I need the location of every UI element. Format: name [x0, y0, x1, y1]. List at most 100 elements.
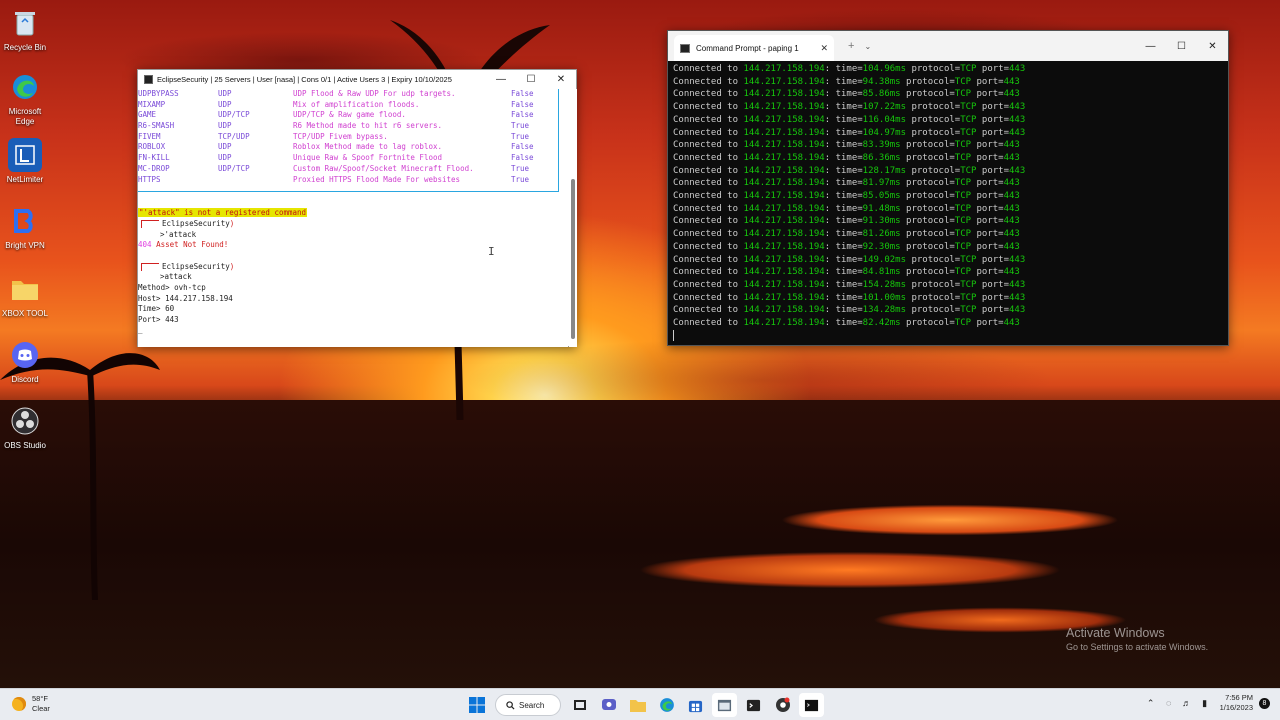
- target-ip: 144.217.158.194: [743, 229, 825, 240]
- connected-label: Connected to: [673, 102, 739, 113]
- latency-value: 101.00ms: [862, 292, 907, 303]
- cmd-console[interactable]: Connected to 144.217.158.194: time=104.9…: [668, 61, 1228, 345]
- wifi-icon[interactable]: ◌: [1162, 698, 1176, 708]
- connected-label: Connected to: [673, 216, 739, 227]
- port-value: 443: [1003, 152, 1020, 163]
- ping-result-line: Connected to 144.217.158.194: time=134.2…: [673, 305, 1026, 316]
- maximize-button[interactable]: ☐: [516, 70, 546, 89]
- cmd-taskbar-button[interactable]: [799, 693, 824, 717]
- ping-result-line: Connected to 144.217.158.194: time=101.0…: [673, 292, 1026, 303]
- command-prompt-window[interactable]: Command Prompt - paping 1 ✕ + ⌄ — ☐ ✕ Co…: [667, 30, 1229, 346]
- console-icon: [144, 75, 153, 84]
- target-ip: 144.217.158.194: [743, 178, 825, 189]
- ping-result-line: Connected to 144.217.158.194: time=91.30…: [673, 216, 1020, 227]
- chevron-down-icon[interactable]: ⌄: [864, 42, 871, 51]
- edge-taskbar-button[interactable]: [654, 693, 679, 717]
- minimize-button[interactable]: —: [1135, 31, 1166, 61]
- protocol-value: TCP: [954, 89, 972, 100]
- teams-chat-button[interactable]: [596, 693, 621, 717]
- bright-vpn-icon: [8, 204, 42, 238]
- target-ip: 144.217.158.194: [743, 127, 825, 138]
- tab-command-prompt[interactable]: Command Prompt - paping 1 ✕: [674, 35, 834, 61]
- ping-result-line: Connected to 144.217.158.194: time=104.9…: [673, 127, 1026, 138]
- port-value: 443: [1009, 64, 1026, 74]
- latency-value: 116.04ms: [862, 114, 907, 125]
- table-row: FN-KILL UDP Unique Raw & Spoof Fortnite Fl…: [138, 153, 534, 163]
- protocol-value: TCP: [954, 229, 972, 240]
- volume-icon[interactable]: ♬: [1180, 698, 1194, 708]
- file-explorer-button[interactable]: [625, 693, 650, 717]
- input-cursor[interactable]: _: [138, 325, 143, 336]
- protocol-value: TCP: [954, 267, 972, 278]
- chat-icon: [601, 699, 616, 710]
- desktop-icon-recycle-bin[interactable]: Recycle Bin: [0, 6, 50, 53]
- prompt-name: EclipseSecurity: [162, 219, 230, 228]
- target-ip: 144.217.158.194: [743, 152, 825, 163]
- latency-value: 81.26ms: [862, 229, 901, 240]
- eclipse-console[interactable]: UDPBYPASS UDP UDP Flood & Raw UDP For udp …: [138, 89, 568, 347]
- weather-widget[interactable]: 58°F Clear: [12, 694, 50, 714]
- desktop-icon-obs-studio[interactable]: OBS Studio: [0, 404, 50, 451]
- table-row: HTTPS Proxied HTTPS Flood Made For websit…: [138, 174, 530, 184]
- start-button[interactable]: [464, 693, 489, 717]
- desktop-icon-netlimiter[interactable]: NetLimiter: [0, 138, 50, 185]
- taskbar-clock[interactable]: 7:56 PM 1/16/2023: [1220, 693, 1253, 713]
- desktop-icon-label: Recycle Bin: [3, 43, 47, 52]
- cmd-tabbar[interactable]: Command Prompt - paping 1 ✕ + ⌄ — ☐ ✕: [668, 31, 1228, 61]
- eclipse-window-title: EclipseSecurity | 25 Servers | User [nas…: [157, 75, 452, 84]
- clock-time: 7:56 PM: [1225, 693, 1253, 702]
- connected-label: Connected to: [673, 152, 739, 163]
- scrollbar-thumb[interactable]: [571, 179, 575, 339]
- prompt-name: EclipseSecurity: [162, 262, 230, 271]
- protocol-value: TCP: [960, 127, 977, 138]
- eclipse-scrollbar[interactable]: [569, 89, 577, 347]
- target-ip: 144.217.158.194: [743, 191, 825, 202]
- port-value: 443: [1003, 229, 1020, 240]
- connected-label: Connected to: [673, 114, 739, 125]
- desktop-icon-bright-vpn[interactable]: Bright VPN: [0, 204, 50, 251]
- command-line: >attack: [160, 272, 192, 281]
- target-ip: 144.217.158.194: [743, 165, 825, 176]
- eclipse-terminal-window[interactable]: EclipseSecurity | 25 Servers | User [nas…: [137, 69, 577, 347]
- desktop-icon-discord[interactable]: Discord: [0, 338, 50, 385]
- clock-date: 1/16/2023: [1219, 703, 1253, 712]
- chrome-icon: [775, 697, 790, 712]
- close-button[interactable]: ✕: [546, 70, 576, 89]
- chrome-taskbar-button[interactable]: [770, 693, 795, 717]
- notification-badge[interactable]: 8: [1259, 697, 1270, 709]
- taskbar-search[interactable]: Search: [495, 694, 561, 716]
- connected-label: Connected to: [673, 241, 739, 252]
- protocol-value: TCP: [960, 102, 977, 113]
- latency-value: 91.30ms: [862, 216, 901, 227]
- latency-value: 82.42ms: [862, 318, 901, 329]
- port-value: 443: [1009, 292, 1026, 303]
- close-button[interactable]: ✕: [1197, 31, 1228, 61]
- cmd-input-line[interactable]: [673, 329, 1228, 343]
- port-value: 443: [1003, 216, 1020, 227]
- protocol-value: TCP: [960, 114, 977, 125]
- battery-icon[interactable]: ▮: [1198, 698, 1212, 709]
- store-button[interactable]: [683, 693, 708, 717]
- table-row: UDPBYPASS UDP UDP Flood & Raw UDP For udp …: [138, 89, 534, 98]
- eclipse-taskbar-button[interactable]: [712, 693, 737, 717]
- port-value: 443: [1009, 127, 1026, 138]
- desktop-icon-edge[interactable]: Microsoft Edge: [0, 70, 50, 127]
- new-tab-icon[interactable]: +: [848, 40, 854, 52]
- task-view-button[interactable]: [567, 693, 592, 717]
- chevron-up-icon[interactable]: ⌃: [1144, 698, 1158, 709]
- tab-close-icon[interactable]: ✕: [820, 43, 828, 54]
- latency-value: 128.17ms: [862, 165, 907, 176]
- ping-result-line: Connected to 144.217.158.194: time=91.48…: [673, 203, 1020, 214]
- port-value: 443: [1009, 102, 1026, 113]
- port-line: Port> 443: [138, 315, 179, 324]
- terminal-taskbar-button[interactable]: [741, 693, 766, 717]
- maximize-button[interactable]: ☐: [1166, 31, 1197, 61]
- taskbar: 58°F Clear Search ⌃ ◌ ♬ ▮ 7:56 PM 1/16/2…: [0, 688, 1280, 720]
- latency-value: 91.48ms: [862, 203, 901, 214]
- minimize-button[interactable]: —: [486, 70, 516, 89]
- eclipse-titlebar[interactable]: EclipseSecurity | 25 Servers | User [nas…: [138, 70, 576, 89]
- weather-description: Clear: [32, 704, 50, 713]
- latency-value: 154.28ms: [862, 279, 907, 290]
- desktop-icon-xbox-tool[interactable]: XBOX TOOL: [0, 272, 50, 319]
- table-row: ROBLOX UDP Roblox Method made to lag roblo…: [138, 142, 534, 152]
